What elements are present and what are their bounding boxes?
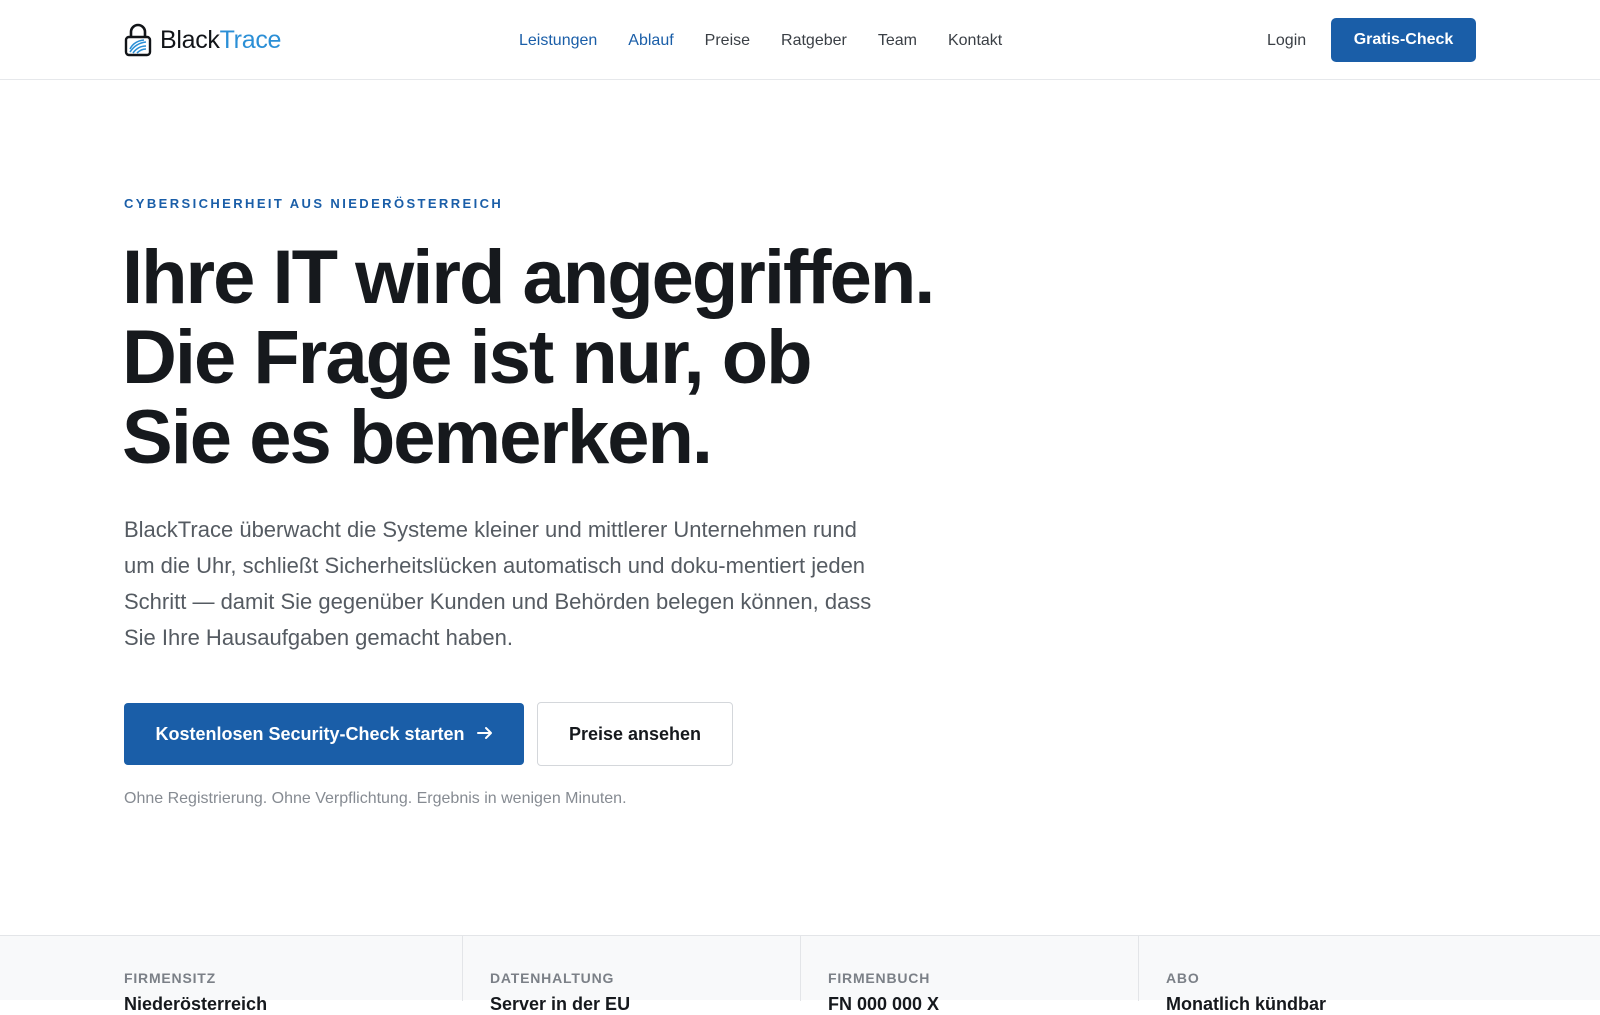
hero-headline: Ihre IT wird angegriffen. Die Frage ist … (122, 238, 1022, 478)
main-nav: Leistungen Ablauf Preise Ratgeber Team K… (519, 30, 1002, 52)
info-strip: FIRMENSITZ Niederösterreich DATENHALTUNG… (0, 935, 1600, 1014)
brand-name-trace: Trace (219, 25, 282, 54)
info-divider (1138, 936, 1139, 1001)
brand-name: BlackTrace (160, 25, 282, 54)
brand-logo[interactable]: BlackTrace (124, 22, 281, 58)
hero-eyebrow: CYBERSICHERHEIT AUS NIEDERÖSTERREICH (124, 196, 504, 211)
info-label-datenhaltung: DATENHALTUNG (490, 970, 615, 986)
nav-item-preise[interactable]: Preise (705, 30, 750, 52)
login-link[interactable]: Login (1267, 30, 1306, 52)
gratis-check-button[interactable]: Gratis-Check (1331, 18, 1476, 62)
hero-fineprint: Ohne Registrierung. Ohne Verpflichtung. … (124, 790, 627, 807)
nav-item-kontakt[interactable]: Kontakt (948, 30, 1002, 52)
nav-item-leistungen[interactable]: Leistungen (519, 30, 597, 52)
brand-name-black: Black (160, 25, 220, 54)
info-divider (462, 936, 463, 1001)
nav-item-team[interactable]: Team (878, 30, 917, 52)
headline-line: Die Frage ist nur, ob (122, 315, 813, 400)
info-divider (800, 936, 801, 1001)
headline-line: Sie es bemerken. (122, 395, 713, 480)
nav-item-ablauf[interactable]: Ablauf (628, 30, 673, 52)
view-pricing-button[interactable]: Preise ansehen (537, 702, 733, 766)
info-label-firmenbuch: FIRMENBUCH (828, 970, 931, 986)
info-label-abo: ABO (1166, 970, 1200, 986)
hero-lead-text: BlackTrace überwacht die Systeme kleiner… (124, 517, 872, 650)
site-header: BlackTrace Leistungen Ablauf Preise Ratg… (0, 0, 1600, 80)
headline-line: Ihre IT wird angegriffen. (122, 235, 935, 320)
info-value-firmensitz: Niederösterreich (124, 994, 268, 1014)
padlock-fingerprint-icon (124, 23, 152, 57)
start-security-check-button[interactable]: Kostenlosen Security-Check starten (124, 703, 524, 765)
info-value-abo: Monatlich kündbar (1166, 994, 1327, 1014)
info-label-firmensitz: FIRMENSITZ (124, 970, 216, 986)
info-value-firmenbuch: FN 000 000 X (828, 994, 940, 1014)
start-security-check-label: Kostenlosen Security-Check starten (155, 723, 465, 744)
info-value-datenhaltung: Server in der EU (490, 994, 631, 1014)
arrow-right-icon (476, 724, 493, 745)
nav-item-ratgeber[interactable]: Ratgeber (781, 30, 847, 52)
